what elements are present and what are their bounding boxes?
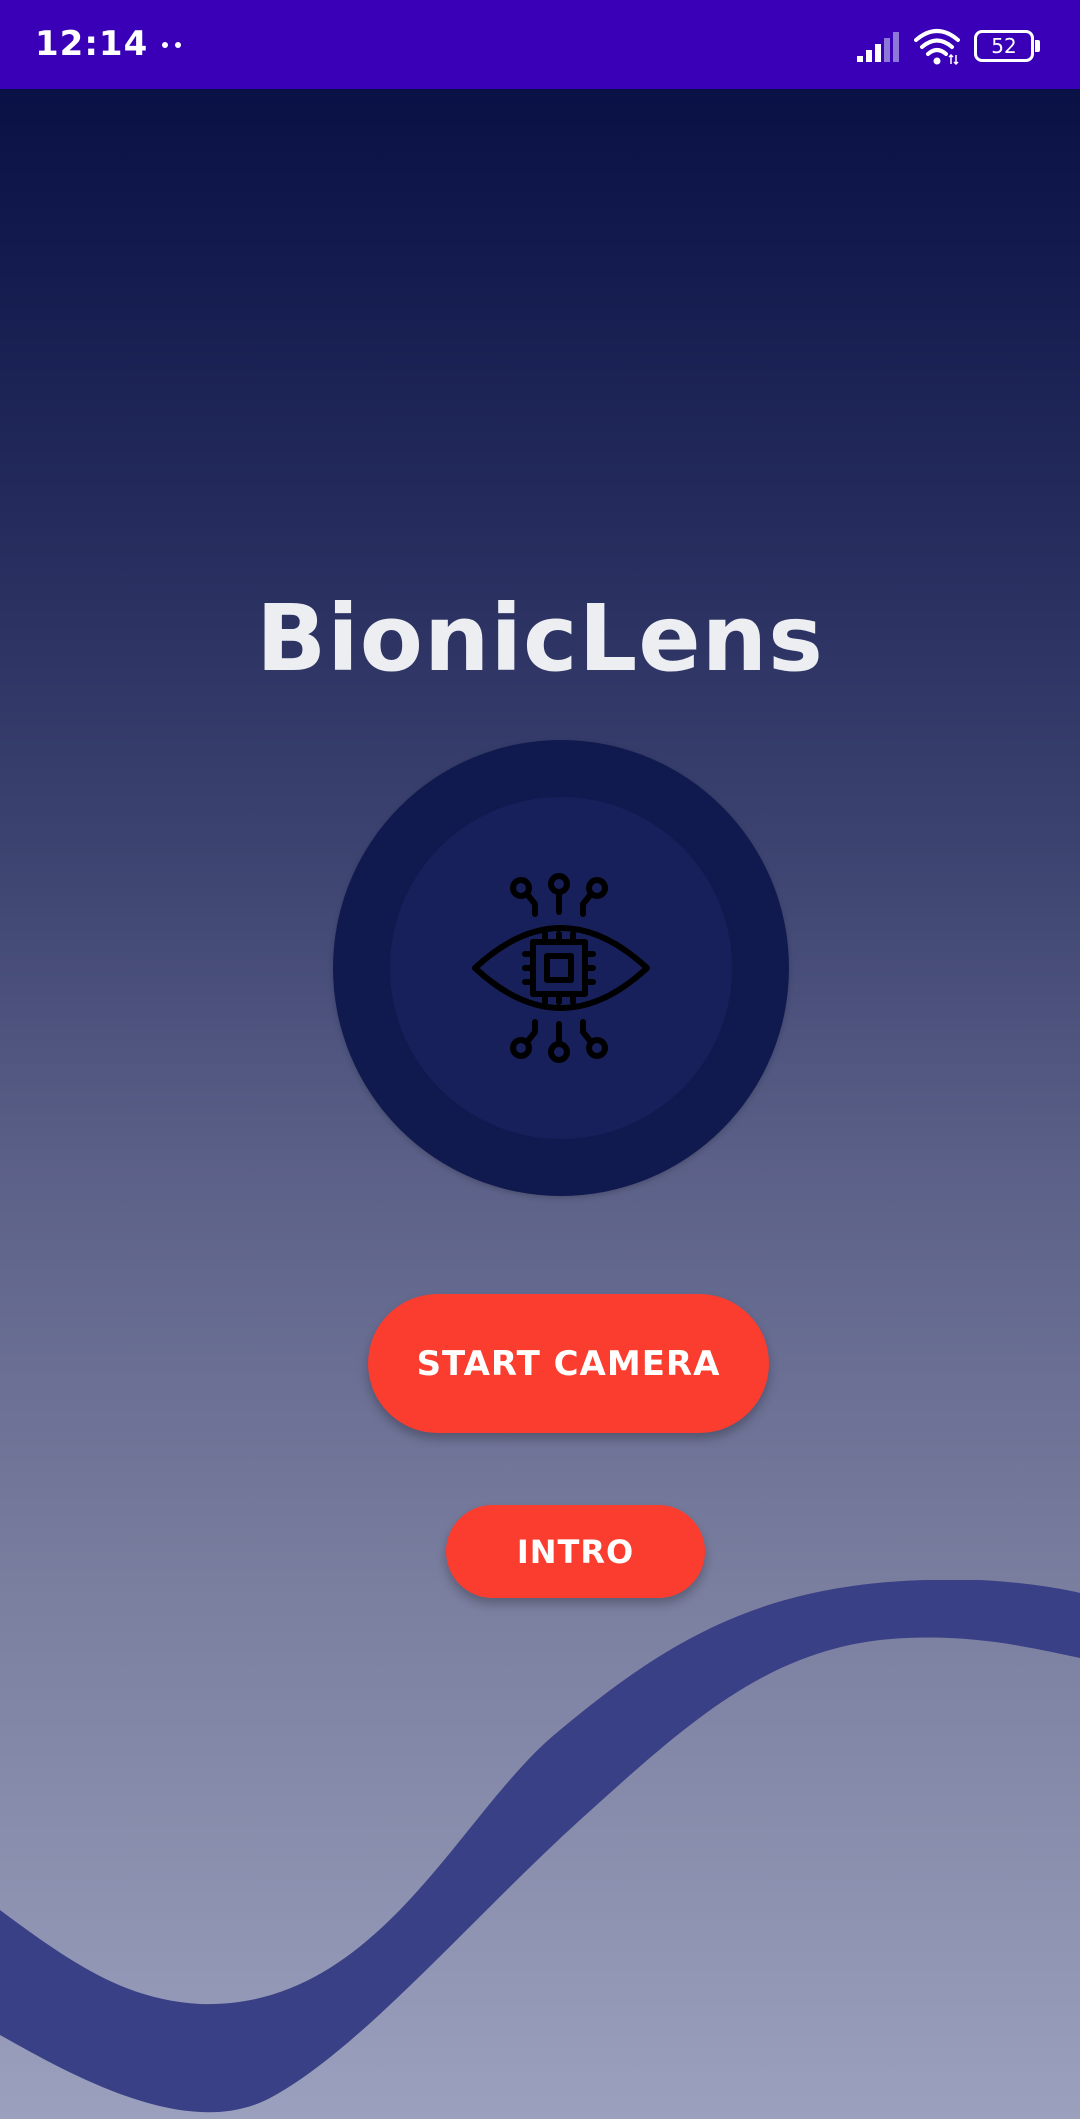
wave-decoration [0,1580,1080,2113]
start-camera-button[interactable]: START CAMERA [368,1294,769,1433]
logo-inner-circle [390,797,732,1139]
status-bar: 12:14 52 [0,0,1080,89]
notification-dots-icon [162,42,184,50]
logo-circle [333,740,789,1196]
wifi-icon [914,29,960,66]
app-title: BionicLens [256,585,824,692]
signal-icon [857,32,899,62]
intro-button[interactable]: INTRO [446,1505,705,1598]
eye-chip-icon [472,873,650,1063]
status-time: 12:14 [35,24,149,64]
battery-tip [1035,40,1040,52]
battery-icon: 52 [974,30,1040,62]
battery-level: 52 [974,30,1034,62]
